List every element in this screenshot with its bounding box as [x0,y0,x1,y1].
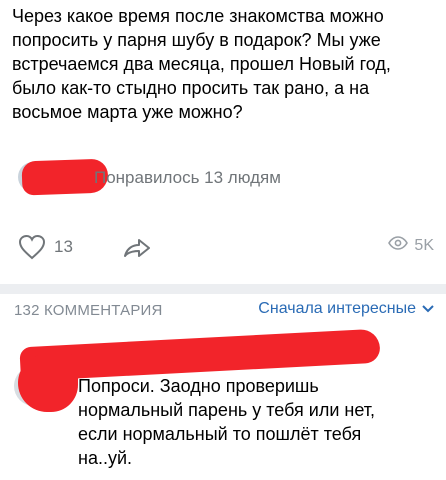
views-count: 5K [414,236,434,254]
comments-header: 132 КОММЕНТАРИЯ Сначала интересные [0,300,446,324]
liked-by-row[interactable]: Понравилось 13 людям [14,158,434,196]
post-text: Через какое время после знакомства можно… [12,6,391,122]
liked-by-text: Понравилось 13 людям [94,168,281,187]
eye-icon [388,236,414,255]
like-button[interactable]: 13 [18,234,73,260]
comments-sort-select[interactable]: Сначала интересные [258,300,434,318]
like-count: 13 [54,237,73,256]
sort-label: Сначала интересные [258,300,416,317]
comments-count: 132 КОММЕНТАРИЯ [14,302,163,319]
heart-icon [18,234,46,260]
redaction-mark [18,354,78,412]
share-button[interactable] [122,236,152,265]
section-divider [0,284,446,294]
comment-item: Попроси. Заодно проверишь нормальный пар… [0,328,446,480]
share-arrow-icon [122,239,152,264]
comment-text: Попроси. Заодно проверишь нормальный пар… [78,376,375,468]
views-counter: 5K [388,236,434,255]
post-actions: 13 5K [0,230,446,264]
chevron-down-icon [416,300,434,318]
